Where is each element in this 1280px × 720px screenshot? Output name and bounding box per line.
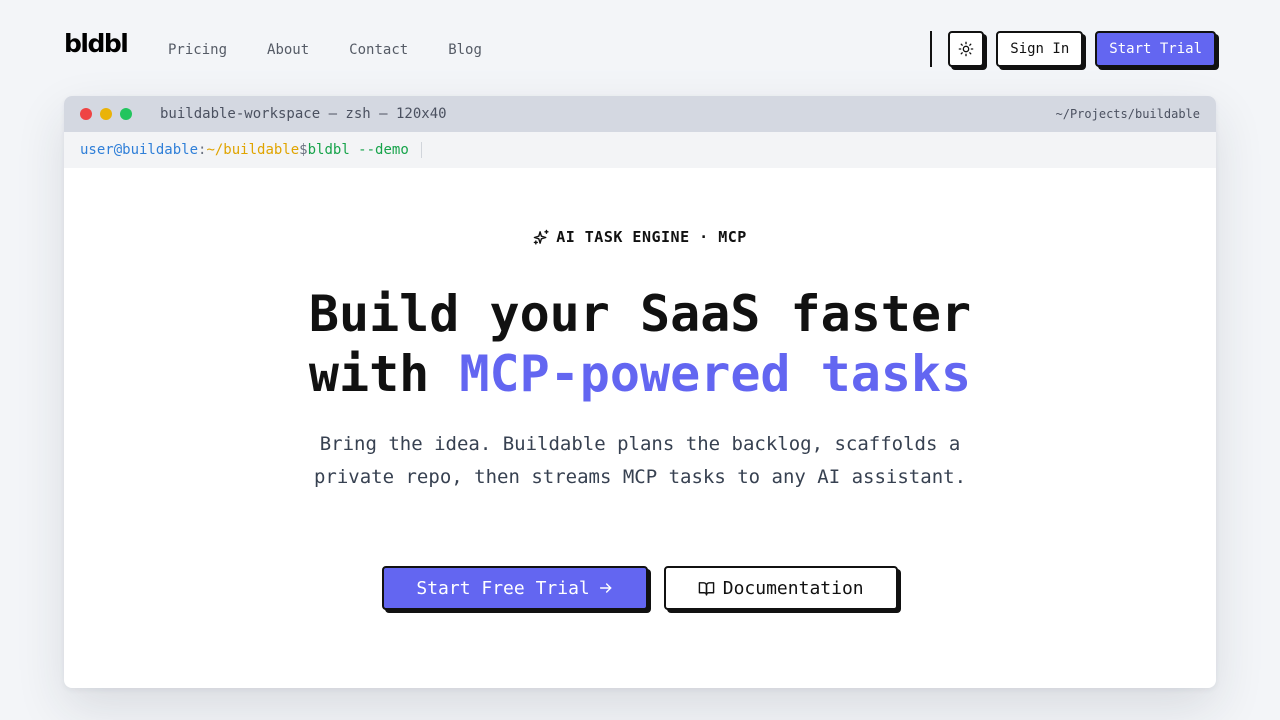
start-free-trial-label: Start Free Trial	[416, 577, 590, 599]
start-free-trial-button[interactable]: Start Free Trial	[382, 566, 648, 610]
terminal-window: buildable-workspace — zsh — 120x40 ~/Pro…	[64, 96, 1216, 688]
headline-accent: MCP-powered tasks	[459, 345, 972, 403]
prompt-directory: ~/buildable	[206, 142, 300, 158]
hero-headline: Build your SaaS faster with MCP-powered …	[64, 284, 1216, 404]
prompt-command: bldbl --demo	[307, 142, 409, 158]
sparkle-icon	[533, 229, 549, 245]
book-icon	[698, 581, 715, 596]
window-titlebar: buildable-workspace — zsh — 120x40 ~/Pro…	[64, 96, 1216, 132]
nav-actions: Sign In Start Trial	[930, 31, 1216, 67]
window-path: ~/Projects/buildable	[1055, 107, 1201, 121]
window-title: buildable-workspace — zsh — 120x40	[160, 106, 447, 122]
headline-line-2: with MCP-powered tasks	[64, 344, 1216, 404]
start-trial-button[interactable]: Start Trial	[1095, 31, 1216, 67]
terminal-cursor	[420, 142, 422, 158]
theme-toggle-button[interactable]	[948, 31, 985, 67]
hero-ctas: Start Free Trial Documentation	[64, 566, 1216, 610]
hero-badge-text: AI TASK ENGINE · MCP	[556, 228, 747, 246]
nav-link-pricing[interactable]: Pricing	[168, 41, 227, 59]
prompt-dollar: $	[299, 142, 308, 158]
nav-link-contact[interactable]: Contact	[349, 41, 408, 59]
logo[interactable]: bldbl	[64, 30, 129, 58]
hero-subtitle: Bring the idea. Buildable plans the back…	[313, 433, 967, 488]
nav-link-about[interactable]: About	[267, 41, 309, 59]
arrow-right-icon	[599, 583, 612, 593]
hero-badge: AI TASK ENGINE · MCP	[64, 228, 1216, 246]
nav-link-blog[interactable]: Blog	[448, 41, 482, 59]
maximize-window-dot[interactable]	[120, 108, 132, 120]
prompt-user: user@buildable	[80, 142, 199, 158]
documentation-button[interactable]: Documentation	[663, 566, 898, 610]
command-line: user@buildable : ~/buildable $ bldbl --d…	[64, 132, 1216, 168]
sign-in-button[interactable]: Sign In	[996, 31, 1084, 67]
documentation-label: Documentation	[722, 577, 864, 599]
headline-prefix: with	[308, 345, 430, 403]
headline-line-1: Build your SaaS faster	[308, 285, 972, 343]
prompt-separator: :	[198, 142, 207, 158]
hero-section: AI TASK ENGINE · MCP Build your SaaS fas…	[64, 168, 1216, 688]
sun-icon	[958, 41, 974, 57]
close-window-dot[interactable]	[80, 108, 92, 120]
top-nav: bldbl Pricing About Contact Blog Sign In…	[64, 28, 1216, 72]
nav-divider	[930, 31, 933, 67]
nav-links: Pricing About Contact Blog	[168, 41, 482, 59]
minimize-window-dot[interactable]	[100, 108, 112, 120]
